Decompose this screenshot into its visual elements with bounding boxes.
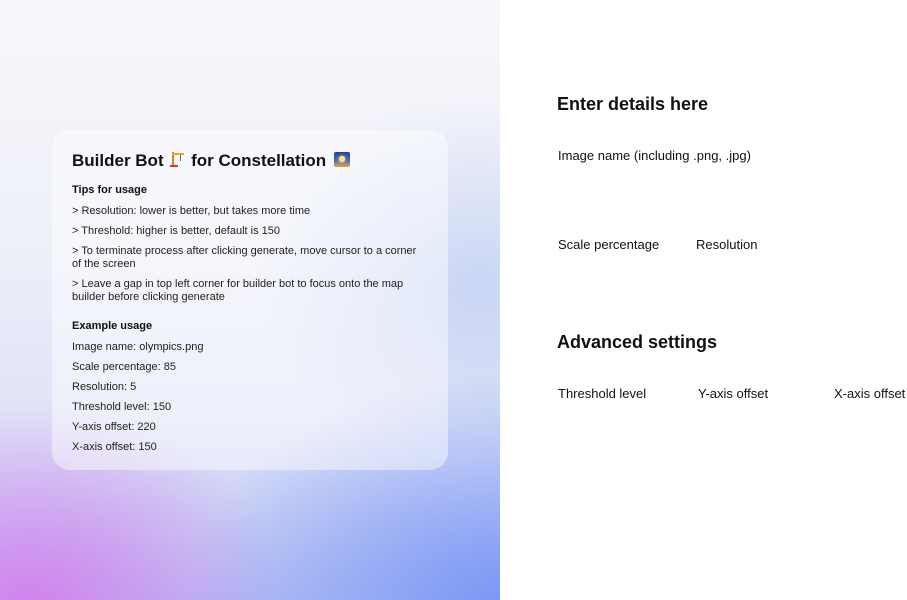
tip-item: > Threshold: higher is better, default i… [72, 225, 281, 237]
example-item: Y-axis offset: 220 [72, 421, 156, 433]
advanced-settings-heading: Advanced settings [557, 332, 718, 352]
tip-item: > Leave a gap in top left corner for bui… [72, 278, 404, 303]
tip-item: > To terminate process after clicking ge… [72, 245, 417, 270]
card-title-suffix: for Constellation [191, 151, 327, 170]
example-item: Threshold level: 150 [72, 401, 172, 413]
y-axis-offset-label: Y-axis offset [698, 386, 769, 401]
info-card: Builder Bot for Constellation Tips for u… [52, 130, 448, 470]
example-item: X-axis offset: 150 [72, 441, 157, 453]
example-heading: Example usage [72, 320, 153, 332]
info-panel: Builder Bot for Constellation Tips for u… [0, 0, 500, 600]
card-title: Builder Bot for Constellation [72, 152, 428, 170]
resolution-label: Resolution [696, 237, 758, 252]
example-item: Resolution: 5 [72, 381, 137, 393]
image-name-label: Image name (including .png, .jpg) [558, 148, 751, 163]
example-item: Image name: olympics.png [72, 341, 204, 353]
example-item: Scale percentage: 85 [72, 361, 176, 373]
building-construction-icon [170, 152, 185, 167]
scale-percentage-label: Scale percentage [558, 237, 660, 252]
x-axis-offset-label: X-axis offset [834, 386, 906, 401]
threshold-level-label: Threshold level [558, 386, 647, 401]
tip-item: > Resolution: lower is better, but takes… [72, 205, 311, 217]
form-panel: Enter details here Image name (including… [500, 0, 907, 600]
card-title-prefix: Builder Bot [72, 151, 164, 170]
form-heading: Enter details here [557, 94, 709, 114]
night-city-icon [333, 152, 350, 167]
tips-heading: Tips for usage [72, 184, 147, 196]
